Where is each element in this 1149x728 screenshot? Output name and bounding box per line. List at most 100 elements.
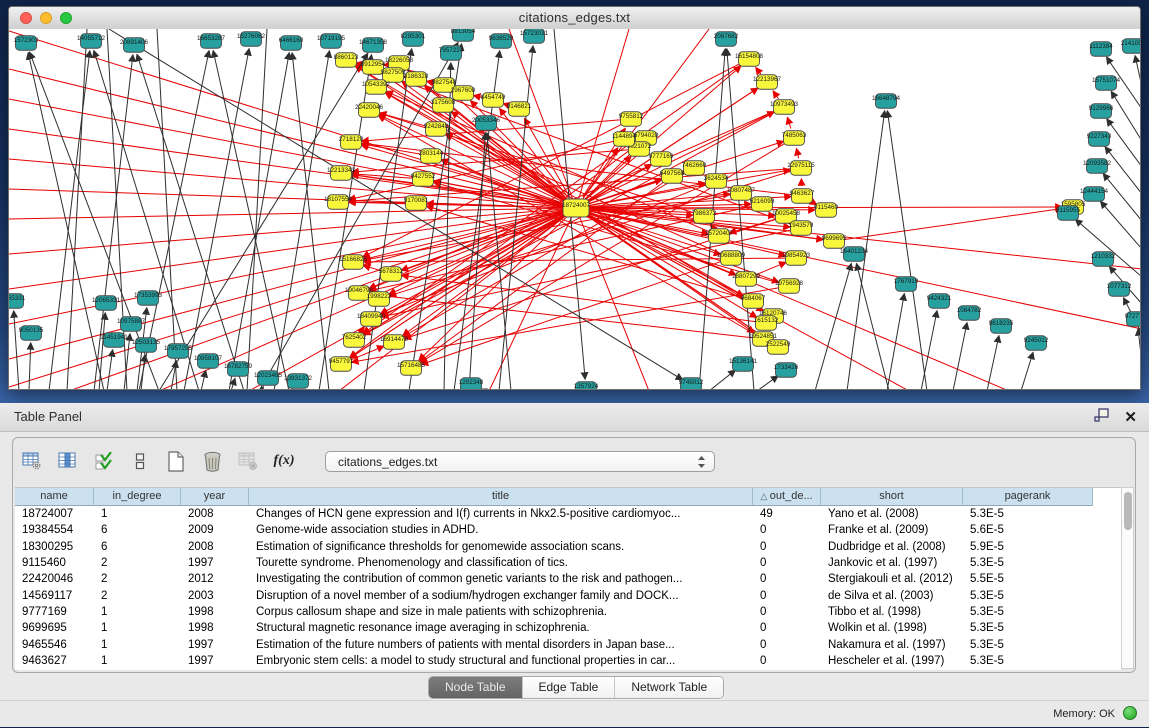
graph-node[interactable]: 9745012 [679,378,704,389]
graph-node[interactable]: 8295301 [401,32,426,47]
graph-node[interactable]: 14671358 [359,38,388,53]
graph-node[interactable]: 9245012 [1024,336,1049,351]
select-all-icon[interactable] [93,450,115,472]
graph-node[interactable]: 10688809 [717,251,746,266]
network-graph[interactable]: 1872400788601238912954182260589827509105… [9,29,1140,389]
graph-node[interactable]: 15751074 [1092,76,1121,91]
graph-node[interactable]: 15716485 [397,361,426,376]
graph-node[interactable]: 12975115 [787,161,815,176]
float-panel-icon[interactable] [1094,408,1110,428]
graph-node[interactable]: 7986372 [692,209,717,224]
graph-node[interactable]: 12213967 [753,75,782,90]
table-row[interactable]: 969969511998Structural magnetic resonanc… [15,620,1121,636]
graph-node[interactable]: 9699695 [822,234,847,249]
table-row[interactable]: 1830029562008Estimation of significance … [15,539,1121,555]
graph-node[interactable]: 16154808 [735,52,764,67]
graph-node[interactable]: 16914479 [380,335,409,350]
column-header-in_degree[interactable]: in_degree [94,488,181,506]
graph-node[interactable]: 6466160 [279,36,304,51]
graph-node[interactable]: 20891406 [120,38,149,53]
column-header-year[interactable]: year [181,488,249,506]
graph-node[interactable]: 1210332 [1091,252,1116,267]
graph-node[interactable]: 9638520 [489,34,514,49]
function-builder-icon[interactable]: f(x) [273,450,295,472]
graph-node[interactable]: 2522549 [766,340,791,355]
graph-node[interactable]: 7485063 [782,131,807,146]
close-panel-icon[interactable]: ✕ [1124,410,1137,426]
graph-node[interactable]: 18107554 [324,195,353,210]
graph-node[interactable]: 8813054 [451,29,476,41]
table-row[interactable]: 946362711997Embryonic stem cells: a mode… [15,653,1121,669]
graph-node[interactable]: 13931372 [284,374,313,389]
graph-node[interactable]: 9227343 [1087,132,1112,147]
graph-node[interactable]: 15723031 [520,29,549,43]
graph-node[interactable]: 9755812 [619,112,644,127]
graph-node[interactable]: 10958107 [194,354,223,369]
table-selector-dropdown[interactable]: citations_edges.txt [325,451,715,472]
graph-node[interactable]: 16648794 [872,94,901,109]
graph-node[interactable]: 15276062 [237,32,266,47]
graph-node[interactable]: 2065331 [9,294,26,309]
graph-node[interactable]: 12023485 [254,371,283,386]
column-header-pagerank[interactable]: pagerank [963,488,1093,506]
graph-node[interactable]: 16782759 [224,362,253,377]
graph-node[interactable]: 9242848 [424,122,449,137]
graph-node[interactable]: 15136141 [729,357,758,372]
graph-node[interactable]: 16401234 [840,247,869,262]
graph-node[interactable]: 9777169 [649,152,674,167]
graph-node[interactable]: 8860123 [334,53,359,68]
graph-node[interactable]: 3624534 [704,174,729,189]
table-row[interactable]: 1872400712008Changes of HCN gene express… [15,506,1121,522]
graph-node[interactable]: 17957255 [164,344,193,359]
graph-node[interactable]: 9427552 [411,172,436,187]
graph-node[interactable]: 11451941 [100,333,128,348]
table-scrollbar-thumb[interactable] [1124,492,1132,530]
graph-node[interactable]: 1077312 [1107,282,1132,297]
graph-node[interactable]: 9618235 [989,319,1014,334]
select-column-icon[interactable] [57,450,79,472]
graph-node[interactable]: 9115460 [814,203,839,218]
graph-node[interactable]: 12503135 [132,338,161,353]
graph-node[interactable]: 2141052 [1121,39,1140,54]
graph-node[interactable]: 10719195 [317,34,346,49]
graph-node[interactable]: 1572303 [14,36,39,51]
graph-node[interactable]: 22420046 [355,103,384,118]
graph-node[interactable]: 17353993 [134,291,163,306]
graph-node[interactable]: 12444154 [1080,187,1109,202]
graph-node[interactable]: 20053346 [472,116,501,131]
graph-node[interactable]: 12065331 [92,296,121,311]
graph-node[interactable]: 7462660 [682,161,707,176]
network-window-titlebar[interactable]: citations_edges.txt [9,7,1140,30]
import-table-icon[interactable] [237,450,259,472]
graph-node[interactable]: 9457791 [329,357,354,372]
network-canvas[interactable]: 1872400788601238912954182260589827509105… [9,29,1140,389]
graph-node[interactable]: 1144894 [612,132,637,147]
graph-node[interactable]: 16653287 [197,34,226,49]
table-row[interactable]: 1456911722003Disruption of a novel membe… [15,587,1121,603]
graph-node[interactable]: 15720407 [705,229,734,244]
graph-node[interactable]: 1112384 [1089,42,1113,57]
graph-node[interactable]: 2718120 [339,135,364,150]
delete-table-icon[interactable] [201,450,223,472]
graph-node[interactable]: 18807299 [732,272,761,287]
graph-node[interactable]: 10973493 [770,100,799,115]
table-row[interactable]: 2242004622012Investigating the contribut… [15,571,1121,587]
graph-node[interactable]: 9050135 [19,326,44,341]
memory-status-indicator[interactable] [1123,706,1137,720]
column-header-title[interactable]: title [249,488,753,506]
graph-node[interactable]: 7625402 [342,333,367,348]
graph-node[interactable]: 5678312 [379,267,404,282]
graph-node[interactable]: 12213343 [327,166,356,181]
graph-node[interactable]: 1767919 [894,277,919,292]
table-row[interactable]: 1938455462009Genome-wide association stu… [15,522,1121,538]
graph-node[interactable]: 1615132 [754,316,779,331]
table-row[interactable]: 977716911998Corpus callosum shape and si… [15,604,1121,620]
graph-node[interactable]: 9727743 [1125,312,1140,327]
graph-node[interactable]: 9424321 [927,294,952,309]
graph-node[interactable]: 3175608 [431,98,456,113]
graph-node[interactable]: 19756928 [775,279,804,294]
column-header-name[interactable]: name [15,488,94,506]
column-header-short[interactable]: short [821,488,963,506]
graph-node[interactable]: 1943579 [789,221,814,236]
graph-node[interactable]: 8186328 [404,72,429,87]
